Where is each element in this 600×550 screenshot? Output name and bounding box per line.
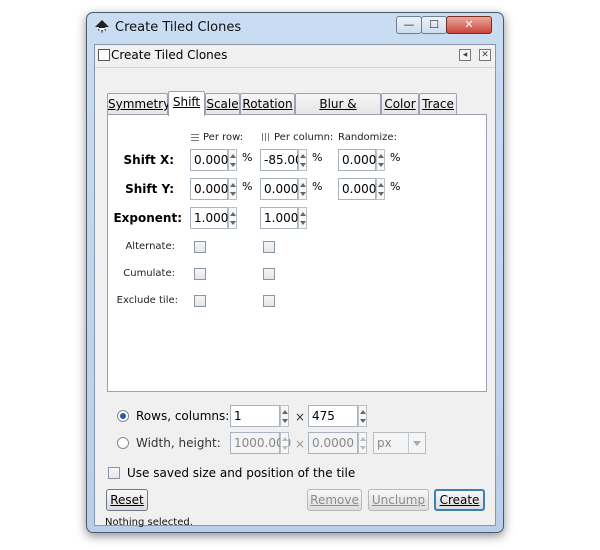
shift-x-per-column-input[interactable]: -85.00 — [260, 149, 303, 171]
spinner-arrows[interactable] — [228, 178, 237, 200]
window-title: Create Tiled Clones — [115, 20, 242, 35]
per-column-header: Per column: — [262, 132, 333, 143]
spinner-arrows[interactable] — [358, 405, 367, 427]
tab-rotation[interactable]: Rotation — [240, 93, 295, 115]
spinner-arrows[interactable] — [228, 207, 237, 229]
tab-symmetry[interactable]: Symmetry — [107, 93, 170, 115]
width-input[interactable]: 1000.000 — [230, 432, 291, 454]
cumulate-column-checkbox[interactable] — [263, 268, 275, 280]
shift-y-label: Shift Y: — [125, 182, 174, 196]
unit-select-value: px — [377, 436, 392, 450]
shift-x-per-row-input[interactable]: 0.000 — [190, 149, 228, 171]
shift-y-randomize-input[interactable]: 0.000 — [338, 178, 376, 200]
create-button[interactable]: Create — [434, 489, 485, 511]
per-column-label: Per column: — [274, 132, 334, 143]
use-saved-checkbox[interactable] — [108, 467, 120, 479]
status-text: Nothing selected. — [105, 517, 193, 528]
inkscape-icon — [95, 20, 109, 34]
shift-x-randomize-input[interactable]: 0.000 — [338, 149, 376, 171]
times-sign: × — [295, 437, 306, 451]
cumulate-label: Cumulate: — [123, 268, 175, 279]
exponent-label: Exponent: — [113, 211, 182, 225]
exponent-per-column-input[interactable]: 1.000 — [260, 207, 298, 229]
alternate-row-checkbox[interactable] — [194, 241, 206, 253]
per-row-header: Per row: — [191, 132, 243, 143]
spinner-arrows[interactable] — [298, 178, 307, 200]
exclude-tile-label: Exclude tile: — [116, 295, 178, 306]
height-input[interactable]: 0.0000 — [308, 432, 358, 454]
tab-trace[interactable]: Trace — [419, 93, 457, 115]
rows-input[interactable]: 1 — [230, 405, 280, 427]
close-icon[interactable]: ✕ — [479, 49, 491, 61]
tab-blur-opacity[interactable]: Blur & opacity — [295, 93, 381, 131]
spinner-arrows[interactable] — [376, 149, 385, 171]
spinner-arrows[interactable] — [280, 432, 289, 454]
percent-unit: % — [242, 180, 253, 193]
title-bar[interactable]: Create Tiled Clones — ☐ ✕ — [87, 13, 503, 41]
columns-icon — [262, 133, 270, 141]
exclude-tile-row-checkbox[interactable] — [194, 295, 206, 307]
percent-unit: % — [312, 151, 323, 164]
per-row-label: Per row: — [203, 132, 244, 143]
spinner-arrows[interactable] — [280, 405, 289, 427]
chevron-down-icon — [408, 433, 425, 453]
rows-columns-radio[interactable] — [117, 410, 129, 422]
rows-columns-label: Rows, columns: — [136, 409, 230, 423]
cumulate-row-checkbox[interactable] — [194, 268, 206, 280]
percent-unit: % — [390, 180, 401, 193]
spinner-arrows[interactable] — [298, 207, 307, 229]
use-saved-label: Use saved size and position of the tile — [127, 466, 356, 480]
dock-header: Create Tiled Clones ◂ ✕ — [95, 45, 495, 68]
dock-title: Create Tiled Clones — [111, 48, 228, 62]
dialog-icon — [98, 49, 110, 61]
width-height-radio[interactable] — [117, 437, 129, 449]
tab-shift[interactable]: Shift — [168, 91, 205, 116]
rows-icon — [191, 133, 199, 141]
minimize-button[interactable]: — — [396, 16, 422, 34]
unit-select[interactable]: px — [373, 432, 426, 454]
columns-input[interactable]: 475 — [308, 405, 358, 427]
exclude-tile-column-checkbox[interactable] — [263, 295, 275, 307]
percent-unit: % — [242, 151, 253, 164]
percent-unit: % — [312, 180, 323, 193]
unclump-button[interactable]: Unclump — [368, 489, 429, 511]
percent-unit: % — [390, 151, 401, 164]
spinner-arrows[interactable] — [298, 149, 307, 171]
alternate-column-checkbox[interactable] — [263, 241, 275, 253]
spinner-arrows[interactable] — [376, 178, 385, 200]
spinner-arrows[interactable] — [228, 149, 237, 171]
dialog-client: Create Tiled Clones ◂ ✕ Symmetry Shift S… — [94, 44, 496, 528]
dialog-window: Create Tiled Clones — ☐ ✕ Create Tiled C… — [86, 12, 504, 533]
width-height-label: Width, height: — [136, 436, 221, 450]
close-window-button[interactable]: ✕ — [446, 16, 492, 34]
spinner-arrows[interactable] — [358, 432, 367, 454]
tab-color[interactable]: Color — [381, 93, 419, 115]
alternate-label: Alternate: — [125, 241, 175, 252]
shift-x-label: Shift X: — [123, 153, 174, 167]
tab-scale[interactable]: Scale — [205, 93, 240, 115]
randomize-header: Randomize: — [338, 132, 397, 143]
times-sign: × — [295, 410, 306, 424]
pin-icon[interactable]: ◂ — [459, 49, 471, 61]
exponent-per-row-input[interactable]: 1.000 — [190, 207, 228, 229]
shift-y-per-column-input[interactable]: 0.000 — [260, 178, 298, 200]
maximize-button[interactable]: ☐ — [421, 16, 447, 34]
shift-y-per-row-input[interactable]: 0.000 — [190, 178, 228, 200]
shift-panel: Per row: Per column: Randomize: Shift X:… — [107, 114, 487, 392]
remove-button[interactable]: Remove — [307, 489, 362, 511]
reset-button[interactable]: Reset — [106, 489, 148, 511]
